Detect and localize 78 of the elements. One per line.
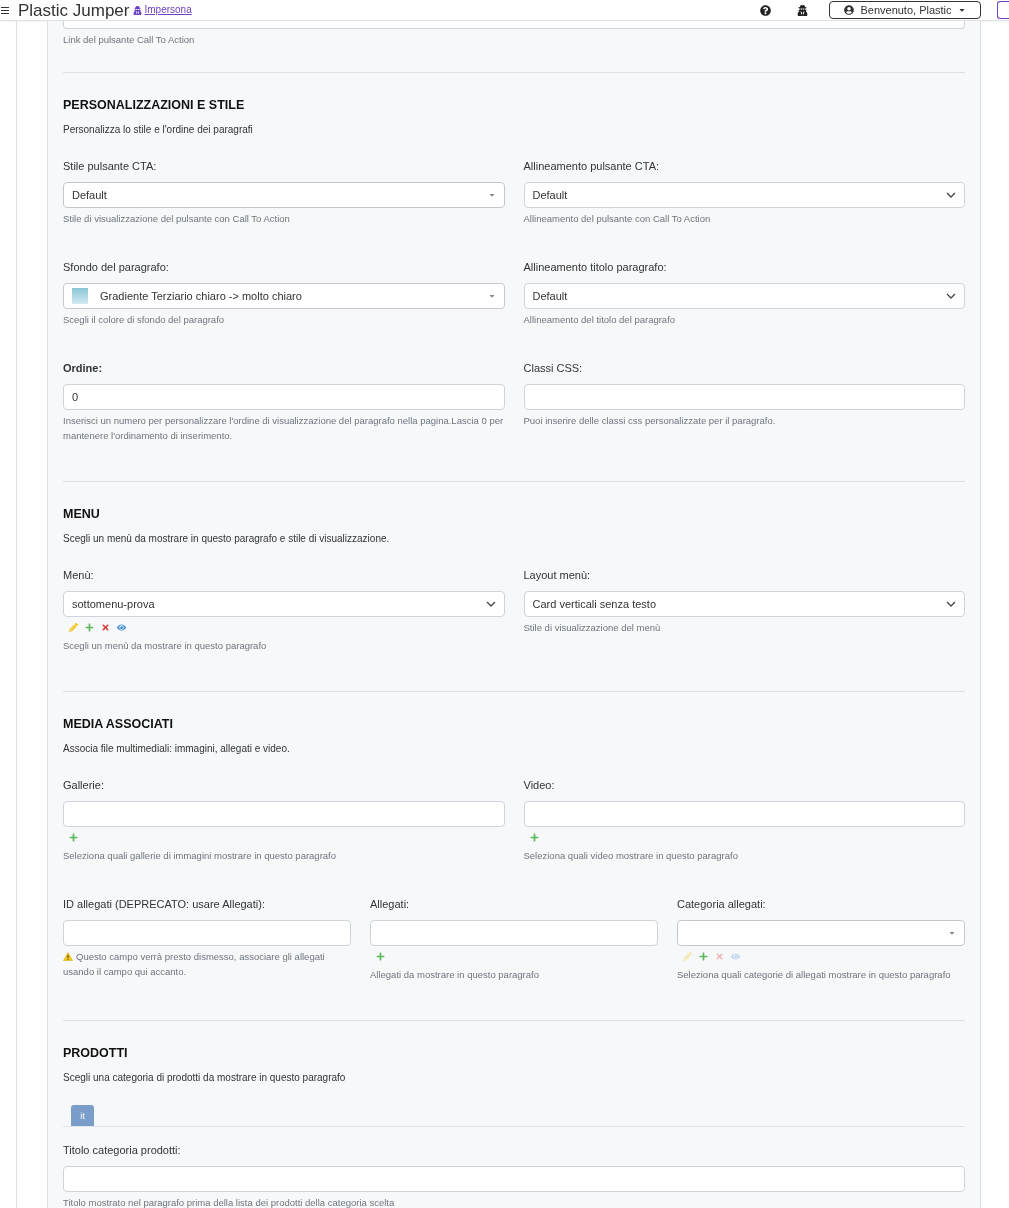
section-subtitle: Associa file multimediali: immagini, allegati e video. — [63, 742, 291, 756]
input-field[interactable] — [63, 801, 505, 827]
help-text: Link del pulsante Call To Action — [63, 33, 196, 47]
chevron-down-icon — [946, 190, 956, 200]
plus-icon[interactable] — [85, 622, 94, 632]
site-title: Plastic Jumper — [18, 0, 130, 20]
field-label: Sfondo del paragrafo: — [63, 260, 170, 274]
color-swatch-icon — [72, 288, 88, 304]
chevron-down-icon — [485, 599, 496, 609]
help-icon[interactable] — [760, 4, 771, 16]
help-text: Questo campo verrà presto dismesso, associare gli allegati usando il campo qui accanto. — [63, 950, 326, 979]
select-field[interactable]: Default — [63, 182, 505, 208]
plus-icon[interactable] — [699, 951, 708, 961]
plus-icon[interactable] — [376, 951, 385, 961]
select-field[interactable] — [677, 920, 965, 946]
warning-icon — [63, 952, 73, 961]
field-label: Ordine: — [63, 361, 104, 375]
caret-icon — [487, 191, 496, 199]
field-label: Menù: — [63, 568, 95, 582]
help-text: Scegli un menù da mostrare in questo paragrafo — [63, 639, 268, 653]
chevron-down-icon — [946, 599, 956, 609]
field-label: Titolo categoria prodotti: — [63, 1143, 182, 1157]
help-text: Seleziona quali video mostrare in questo paragrafo — [523, 849, 739, 863]
section-subtitle: Personalizza lo stile e l'ordine dei paragrafi — [63, 123, 254, 137]
select-field[interactable]: Card verticali senza testo — [523, 591, 965, 617]
help-text: Puoi inserire delle classi css personalizzate per il paragrafo. — [523, 414, 777, 428]
select-field[interactable]: sottomenu-prova — [63, 591, 505, 617]
plus-icon[interactable] — [69, 832, 78, 842]
help-text: Stile di visualizzazione del pulsante con Call To Action — [63, 212, 291, 226]
help-text: Allineamento del titolo del paragrafo — [523, 313, 677, 327]
input-field[interactable] — [370, 920, 658, 946]
select-field[interactable]: Default — [523, 283, 965, 309]
help-text: Scegli il colore di sfondo del paragrafo — [63, 313, 226, 327]
input-field[interactable] — [63, 1166, 965, 1192]
field-label: Classi CSS: — [523, 361, 584, 375]
field-label: Gallerie: — [63, 778, 105, 792]
section-title: PRODOTTI — [63, 1045, 129, 1061]
help-text: Stile di visualizzazione del menù — [523, 621, 662, 635]
impersona-link[interactable]: Impersona — [133, 4, 192, 16]
field-label: Categoria allegati: — [677, 897, 767, 911]
input-field[interactable] — [63, 920, 351, 946]
help-text: Seleziona quali gallerie di immagini mostrare in questo paragrafo — [63, 849, 337, 863]
help-text: Titolo mostrato nel paragrafo prima della lista dei prodotti della categoria scelta — [63, 1196, 396, 1208]
select-field[interactable]: Default — [523, 182, 965, 208]
user-secret-icon[interactable] — [797, 4, 808, 16]
help-text: Allegati da mostrare in questo paragrafo — [370, 968, 540, 982]
help-text: Allineamento del pulsante con Call To Action — [523, 212, 712, 226]
field-label: Stile pulsante CTA: — [63, 159, 158, 173]
header-button[interactable] — [997, 1, 1009, 19]
eye-icon[interactable] — [117, 622, 126, 632]
help-text: Seleziona quali categorie di allegati mostrare in questo paragrafo — [677, 968, 952, 982]
input-field[interactable]: 0 — [63, 384, 505, 410]
field-label: Video: — [523, 778, 556, 792]
section-title: PERSONALIZZAZIONI E STILE — [63, 97, 246, 113]
input-field[interactable] — [523, 801, 965, 827]
input-field[interactable] — [63, 21, 965, 29]
section-subtitle: Scegli una categoria di prodotti da mostrare in questo paragrafo — [63, 1071, 347, 1085]
caret-icon — [957, 6, 966, 14]
caret-icon — [487, 292, 496, 300]
section-title: MEDIA ASSOCIATI — [63, 716, 174, 732]
caret-icon — [948, 929, 956, 937]
input-field[interactable] — [523, 384, 965, 410]
user-menu-button[interactable]: Benvenuto, Plastic — [829, 1, 981, 19]
help-text: Inserisci un numero per personalizzare l'ordine di visualizzazione del paragrafo nella pagina.Lascia 0 per mantenere l'ordinamento di inserimento. — [63, 414, 505, 443]
field-label: Layout menù: — [523, 568, 592, 582]
field-label: ID allegati (DEPRECATO: usare Allegati): — [63, 897, 266, 911]
close-icon[interactable] — [101, 622, 110, 632]
select-field[interactable]: Gradiente Terziario chiaro -> molto chiaro — [63, 283, 505, 309]
menu-icon[interactable] — [1, 6, 9, 14]
field-label: Allineamento pulsante CTA: — [523, 159, 661, 173]
section-title: MENU — [63, 506, 101, 522]
plus-icon[interactable] — [529, 832, 539, 842]
pencil-icon[interactable] — [69, 622, 78, 632]
field-label: Allineamento titolo paragrafo: — [523, 260, 668, 274]
user-secret-icon — [133, 5, 143, 15]
field-label: Allegati: — [370, 897, 411, 911]
chevron-down-icon — [946, 291, 956, 301]
section-subtitle: Scegli un menù da mostrare in questo paragrafo e stile di visualizzazione. — [63, 532, 391, 546]
